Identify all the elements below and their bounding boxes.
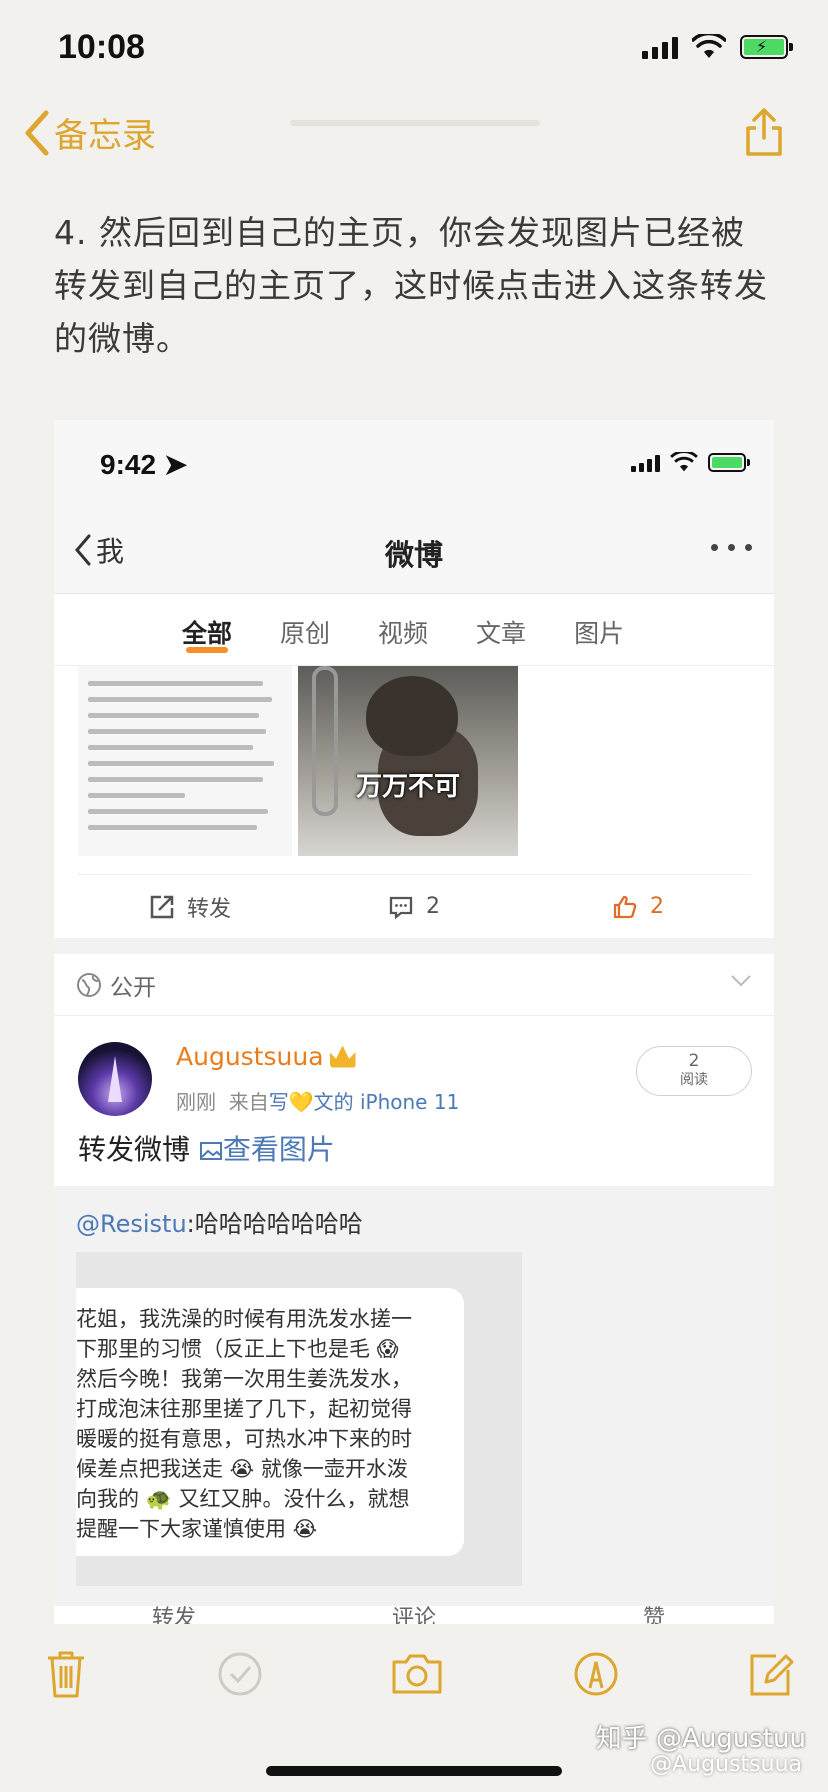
- crown-icon: [329, 1045, 356, 1068]
- chevron-down-icon[interactable]: [730, 974, 752, 988]
- home-indicator[interactable]: [266, 1766, 562, 1776]
- thumbs-up-icon: [613, 895, 637, 918]
- divider: [54, 938, 774, 954]
- repost-icon: [150, 895, 174, 918]
- camera-icon[interactable]: [390, 1648, 444, 1700]
- battery-icon: ⚡: [740, 35, 793, 59]
- reposted-image[interactable]: 花姐，我洗澡的时候有用洗发水搓一 下那里的习惯（反正上下也是毛 😱 然后今晚！我…: [76, 1252, 522, 1586]
- back-button[interactable]: 备忘录: [24, 108, 156, 157]
- post-meta: 刚刚 来自写💛文的 iPhone 11: [176, 1090, 460, 1114]
- status-icons: ⚡: [642, 34, 793, 60]
- inner-status-bar: 9:42 ➤: [54, 420, 774, 510]
- repost-button[interactable]: 转发: [54, 1600, 294, 1624]
- notes-toolbar: [0, 1640, 828, 1720]
- weibo-title: 微博: [384, 538, 443, 572]
- comment-icon: [389, 896, 413, 919]
- weibo-nav: 我 微博: [54, 510, 774, 594]
- tab-article[interactable]: 文章: [476, 594, 526, 665]
- mention-link[interactable]: @Resistu: [76, 1210, 187, 1238]
- view-image-link[interactable]: 查看图片: [199, 1133, 335, 1166]
- avatar[interactable]: [78, 1042, 152, 1116]
- tab-original[interactable]: 原创: [280, 594, 330, 665]
- like-button[interactable]: 2: [526, 894, 750, 920]
- reposted-content[interactable]: @Resistu:哈哈哈哈哈哈哈 花姐，我洗澡的时候有用洗发水搓一 下那里的习惯…: [54, 1186, 774, 1606]
- notes-nav: 备忘录: [0, 100, 828, 180]
- heart-icon: 💛: [288, 1090, 314, 1114]
- trash-icon[interactable]: [42, 1648, 90, 1700]
- text-image-thumbnail[interactable]: [78, 666, 292, 856]
- back-label: 备忘录: [54, 116, 156, 156]
- status-time: 10:08: [58, 28, 145, 66]
- weibo-tabs: 全部 原创 视频 文章 图片: [54, 594, 774, 666]
- battery-icon: [708, 453, 750, 472]
- tab-image[interactable]: 图片: [574, 594, 624, 665]
- meme-caption: 万万不可: [355, 772, 460, 802]
- read-count-badge[interactable]: 2 阅读: [636, 1046, 752, 1096]
- signal-icon: [631, 454, 660, 472]
- post-actions: 转发 2 2: [78, 874, 750, 938]
- inner-status-icons: [631, 452, 750, 473]
- checklist-icon[interactable]: [216, 1648, 264, 1700]
- globe-icon: [77, 972, 101, 997]
- embedded-screenshot: 9:42 ➤ 我 微博 全部 原创 视频 文章 图片 万万不可 转发 2 2 公…: [54, 420, 774, 1624]
- signal-icon: [642, 35, 678, 59]
- comment-button[interactable]: 评论: [294, 1600, 534, 1624]
- compose-icon[interactable]: [746, 1648, 794, 1700]
- wifi-icon: [670, 452, 698, 472]
- grabber: [290, 120, 540, 126]
- post-card: Augustsuua 刚刚 来自写💛文的 iPhone 11 2 阅读 转发微博…: [54, 1016, 774, 1186]
- privacy-row[interactable]: 公开: [54, 954, 774, 1016]
- like-button[interactable]: 赞: [534, 1600, 774, 1624]
- markup-icon[interactable]: [572, 1648, 620, 1700]
- watermark-secondary: @Augustsuua: [650, 1752, 802, 1777]
- share-icon[interactable]: [742, 106, 786, 158]
- bottom-post-actions: 转发 评论 赞: [54, 1600, 774, 1624]
- post-images: 万万不可: [54, 666, 774, 856]
- tab-all[interactable]: 全部: [182, 594, 232, 665]
- watermark: 知乎 @Augustuu: [595, 1724, 806, 1754]
- tab-video[interactable]: 视频: [378, 594, 428, 665]
- status-bar: 10:08 ⚡: [0, 0, 828, 100]
- note-body-text[interactable]: 4. 然后回到自己的主页，你会发现图片已经被转发到自己的主页了，这时候点击进入这…: [54, 206, 774, 365]
- more-icon[interactable]: [711, 544, 752, 551]
- inner-status-time: 9:42 ➤: [100, 449, 188, 480]
- comment-button[interactable]: 2: [302, 894, 526, 920]
- repost-text: @Resistu:哈哈哈哈哈哈哈: [76, 1210, 363, 1238]
- image-icon: [199, 1142, 222, 1160]
- privacy-label: 公开: [110, 974, 156, 1001]
- repost-button[interactable]: 转发: [78, 891, 302, 923]
- username[interactable]: Augustsuua: [176, 1042, 356, 1071]
- chat-bubble-text: 花姐，我洗澡的时候有用洗发水搓一 下那里的习惯（反正上下也是毛 😱 然后今晚！我…: [76, 1288, 464, 1556]
- otter-meme-image[interactable]: 万万不可: [298, 666, 518, 856]
- chevron-left-icon: [25, 110, 49, 155]
- wifi-icon: [692, 34, 726, 58]
- post-text: 转发微博 查看图片: [78, 1133, 335, 1166]
